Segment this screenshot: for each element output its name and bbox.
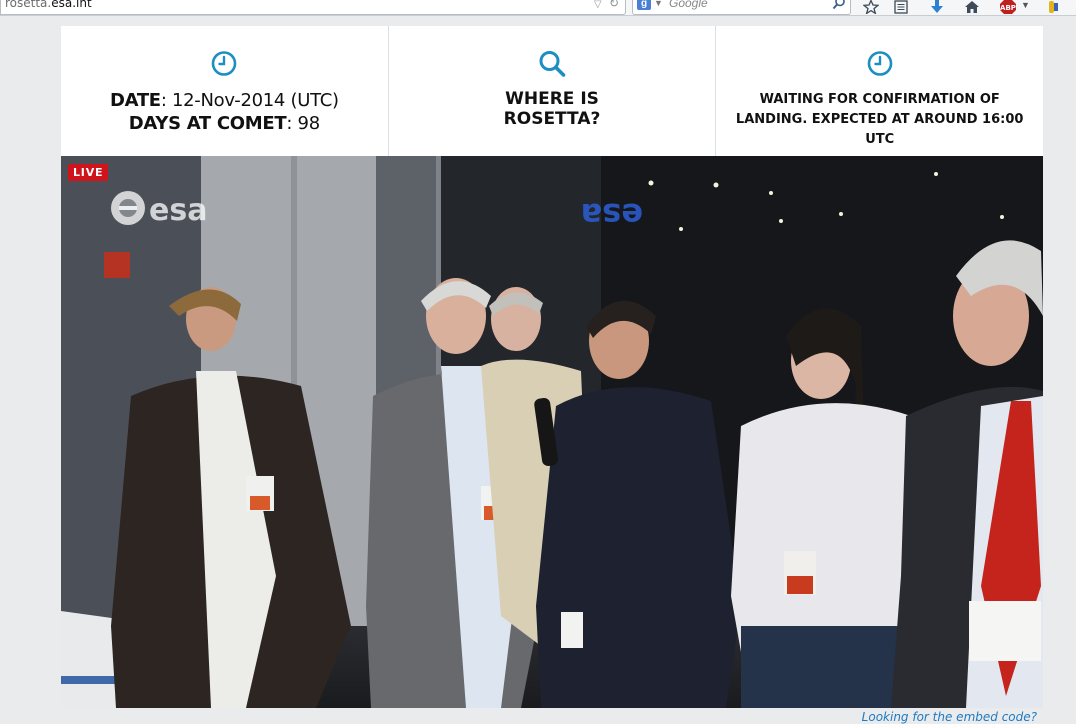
svg-text:ABP: ABP bbox=[1000, 4, 1016, 12]
esa-logo: esa bbox=[109, 188, 224, 228]
bookmark-star-icon[interactable] bbox=[863, 0, 879, 14]
video-frame: esa bbox=[61, 156, 1043, 708]
reload-icon[interactable]: ↻ bbox=[609, 0, 619, 10]
extension-icon[interactable] bbox=[1046, 0, 1062, 14]
landing-status-text: WAITING FOR CONFIRMATION OF LANDING. EXP… bbox=[735, 92, 1024, 147]
home-icon[interactable] bbox=[964, 0, 980, 14]
download-icon[interactable] bbox=[929, 0, 945, 14]
adblock-icon[interactable]: ABP bbox=[1000, 0, 1020, 14]
url-controls: ▽ ↻ bbox=[594, 0, 619, 10]
search-engine-icon[interactable]: g bbox=[637, 0, 651, 10]
live-badge: LIVE bbox=[68, 164, 109, 181]
bookmarks-list-icon[interactable] bbox=[893, 0, 909, 14]
svg-text:esa: esa bbox=[149, 193, 207, 228]
address-bar[interactable]: rosetta.esa.int ▽ ↻ bbox=[0, 0, 626, 15]
magnifier-icon[interactable] bbox=[832, 0, 846, 10]
live-video-player[interactable]: esa esa LIVE bbox=[61, 156, 1043, 708]
mission-info-strip: DATE: 12-Nov-2014 (UTC) DAYS AT COMET: 9… bbox=[61, 26, 1043, 156]
search-bar[interactable]: g ▼ Google bbox=[632, 0, 851, 15]
days-value: : 98 bbox=[286, 113, 320, 134]
browser-toolbar: rosetta.esa.int ▽ ↻ g ▼ Google ABP ▼ bbox=[0, 0, 1076, 16]
exit-sign bbox=[104, 252, 130, 278]
clock-icon bbox=[867, 51, 892, 76]
clock-icon bbox=[212, 51, 237, 76]
date-readout: DATE: 12-Nov-2014 (UTC) DAYS AT COMET: 9… bbox=[61, 89, 388, 135]
where-is-rosetta-panel[interactable]: WHERE IS ROSETTA? bbox=[389, 26, 717, 156]
landing-status-panel: WAITING FOR CONFIRMATION OF LANDING. EXP… bbox=[716, 26, 1043, 156]
date-value: : 12-Nov-2014 (UTC) bbox=[160, 90, 339, 111]
date-panel: DATE: 12-Nov-2014 (UTC) DAYS AT COMET: 9… bbox=[61, 26, 389, 156]
wall-esa-logo: esa bbox=[581, 196, 643, 234]
where-is-rosetta-link[interactable]: WHERE IS ROSETTA? bbox=[389, 89, 716, 129]
url-text: rosetta.esa.int bbox=[5, 0, 92, 10]
chevron-down-icon[interactable]: ▼ bbox=[1021, 0, 1030, 10]
dropdown-icon[interactable]: ▽ bbox=[594, 0, 602, 10]
date-label: DATE bbox=[109, 90, 161, 111]
search-placeholder: Google bbox=[669, 0, 708, 10]
chevron-down-icon[interactable]: ▼ bbox=[654, 0, 663, 8]
days-label: DAYS AT COMET bbox=[128, 113, 287, 134]
search-icon bbox=[539, 51, 566, 77]
